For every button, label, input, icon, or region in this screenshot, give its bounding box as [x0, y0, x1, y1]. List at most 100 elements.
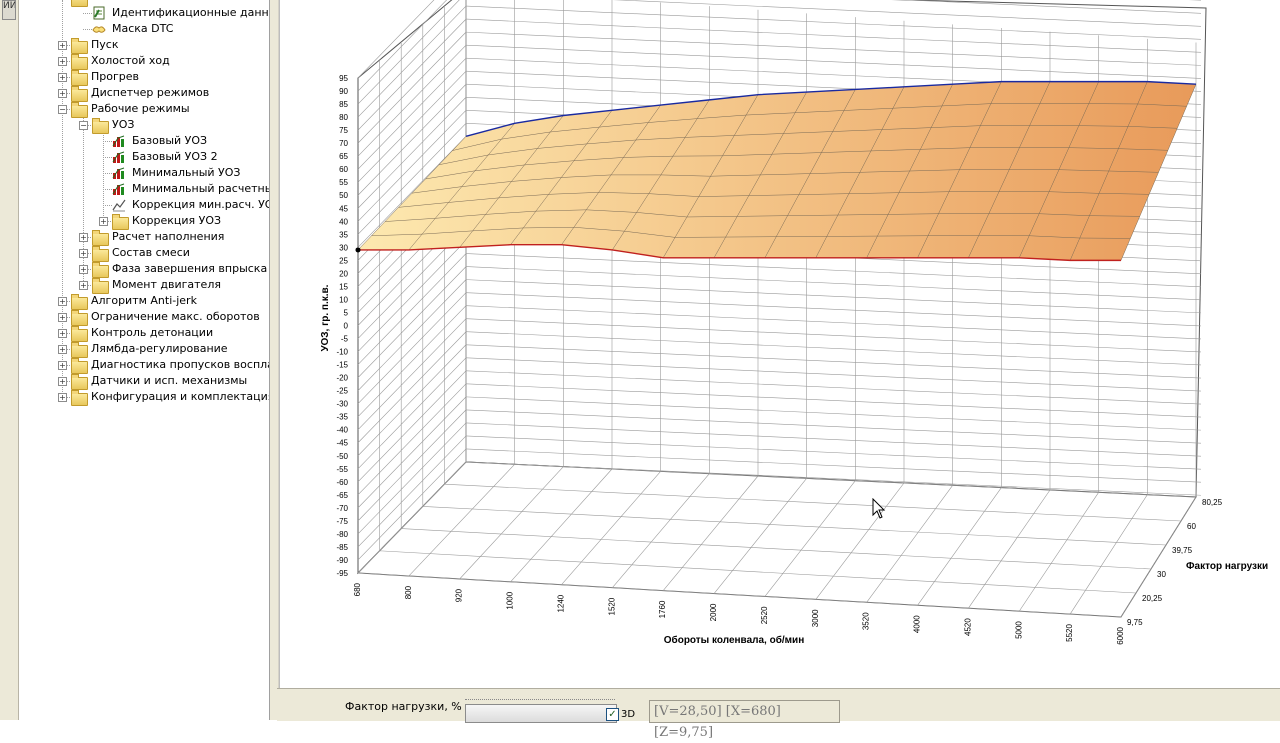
tree-item[interactable]: + Пуск	[19, 37, 269, 53]
tree-item[interactable]: +Диагностика пропусков воспламе	[19, 357, 269, 373]
tree-item[interactable]: +Прогрев	[19, 69, 269, 85]
collapse-icon[interactable]: −	[58, 105, 67, 114]
tree-connector	[67, 45, 70, 46]
tree-item[interactable]: Базовый УОЗ 2	[19, 149, 269, 165]
y-tick-label: -25	[336, 387, 348, 396]
z-tick-label: 30	[1157, 570, 1166, 579]
expand-icon[interactable]: +	[58, 41, 67, 50]
y-axis-title: УОЗ, гр. п.к.в.	[320, 284, 331, 351]
x-tick-label: 3000	[811, 609, 820, 627]
tree-item[interactable]: −УОЗ	[19, 117, 269, 133]
left-edge-tab[interactable]: ИИ	[2, 0, 16, 20]
tree-connector	[67, 77, 70, 78]
tree-item[interactable]: Минимальный расчетный	[19, 181, 269, 197]
tree-item-label: Пуск	[91, 37, 118, 53]
left-edge-panel: ИИ	[0, 0, 19, 720]
z-tick-label: 60	[1187, 522, 1196, 531]
y-tick-label: -15	[336, 361, 348, 370]
expand-icon[interactable]: +	[58, 73, 67, 82]
tree-item[interactable]: − Рабочие режимы	[19, 101, 269, 117]
tree-item-label: Рабочие режимы	[91, 101, 190, 117]
y-tick-label: 45	[339, 204, 348, 213]
panel-splitter[interactable]	[269, 0, 279, 720]
surface-marker	[356, 247, 361, 252]
y-tick-label: 15	[339, 282, 348, 291]
expand-icon[interactable]: +	[58, 297, 67, 306]
tree-connector	[67, 381, 70, 382]
y-tick-label: 10	[339, 295, 348, 304]
checkbox-3d[interactable]: ✓	[606, 708, 619, 721]
expand-icon[interactable]: +	[79, 281, 88, 290]
tree-item-label: Холостой ход	[91, 53, 170, 69]
y-tick-label: 0	[344, 322, 349, 331]
expand-icon[interactable]: +	[58, 345, 67, 354]
collapse-icon[interactable]: −	[79, 121, 88, 130]
y-tick-label: -55	[336, 465, 348, 474]
tree-item[interactable]: + Момент двигателя	[19, 277, 269, 293]
x-tick-label: 1520	[607, 597, 616, 615]
parameter-tree[interactable]: Идентификационные данныеМаска DTC + Пуск + Х…	[19, 0, 269, 720]
chart-area: 95908580757065605550454035302520151050-5…	[279, 0, 1280, 688]
z-tick-label: 9,75	[1127, 618, 1143, 627]
expand-icon[interactable]: +	[58, 329, 67, 338]
tree-item-label: Конфигурация и комплектация	[91, 389, 269, 405]
expand-icon[interactable]: +	[99, 217, 108, 226]
expand-icon[interactable]: +	[58, 57, 67, 66]
chart-icon	[112, 134, 126, 148]
tree-item[interactable]: Коррекция мин.расч. УОЗ	[19, 197, 269, 213]
y-tick-label: -40	[336, 426, 348, 435]
tree-item-label: Лямбда-регулирование	[91, 341, 228, 357]
tree-item[interactable]: +Алгоритм Anti-jerk	[19, 293, 269, 309]
surface-chart: 95908580757065605550454035302520151050-5…	[280, 0, 1280, 688]
y-tick-label: 30	[339, 243, 348, 252]
y-tick-label: -90	[336, 556, 348, 565]
chart-icon	[112, 182, 126, 196]
y-tick-label: -60	[336, 478, 348, 487]
tree-item[interactable]: + Датчики и исп. механизмы	[19, 373, 269, 389]
load-factor-slider[interactable]	[465, 704, 617, 723]
expand-icon[interactable]: +	[79, 249, 88, 258]
tree-connector	[67, 93, 70, 94]
y-tick-label: 25	[339, 256, 348, 265]
y-tick-label: 50	[339, 191, 348, 200]
tree-connector	[103, 157, 112, 158]
tree-item[interactable]: + Холостой ход	[19, 53, 269, 69]
x-tick-label: 2520	[760, 606, 769, 624]
tree-item[interactable]: + Конфигурация и комплектация	[19, 389, 269, 405]
tree-item[interactable]: + Диспетчер режимов	[19, 85, 269, 101]
tree-item-label: Контроль детонации	[91, 325, 213, 341]
expand-icon[interactable]: +	[58, 361, 67, 370]
expand-icon[interactable]: +	[79, 265, 88, 274]
tree-item[interactable]: +Фаза завершения впрыска	[19, 261, 269, 277]
expand-icon[interactable]: +	[58, 313, 67, 322]
expand-icon[interactable]: +	[58, 377, 67, 386]
document-icon	[92, 6, 106, 20]
tree-item-label: Датчики и исп. механизмы	[91, 373, 247, 389]
tree-item[interactable]: +Ограничение макс. оборотов	[19, 309, 269, 325]
tree-item[interactable]: Минимальный УОЗ	[19, 165, 269, 181]
mouse-cursor-icon	[872, 498, 886, 520]
tree-item[interactable]: Идентификационные данные	[19, 5, 269, 21]
tree-item[interactable]: + Лямбда-регулирование	[19, 341, 269, 357]
tree-item[interactable]: + Контроль детонации	[19, 325, 269, 341]
tree-item-label: Расчет наполнения	[112, 229, 224, 245]
tree-item[interactable]: +Коррекция УОЗ	[19, 213, 269, 229]
folder-icon	[71, 393, 88, 406]
expand-icon[interactable]: +	[58, 393, 67, 402]
z-tick-label: 20,25	[1142, 594, 1163, 603]
x-axis-title: Обороты коленвала, об/мин	[664, 634, 805, 646]
tree-item-label: Диспетчер режимов	[91, 85, 209, 101]
tree-connector	[103, 173, 112, 174]
expand-icon[interactable]: +	[79, 233, 88, 242]
tree-item[interactable]: + Расчет наполнения	[19, 229, 269, 245]
expand-icon[interactable]: +	[58, 89, 67, 98]
z-tick-label: 39,75	[1172, 546, 1193, 555]
tree-connector	[108, 221, 111, 222]
tree-connector	[88, 253, 91, 254]
tree-item[interactable]: +Состав смеси	[19, 245, 269, 261]
tree-item[interactable]: Маска DTC	[19, 21, 269, 37]
y-tick-label: -20	[336, 374, 348, 383]
tree-item-label: Момент двигателя	[112, 277, 221, 293]
y-tick-label: 20	[339, 269, 348, 278]
tree-item[interactable]: Базовый УОЗ	[19, 133, 269, 149]
